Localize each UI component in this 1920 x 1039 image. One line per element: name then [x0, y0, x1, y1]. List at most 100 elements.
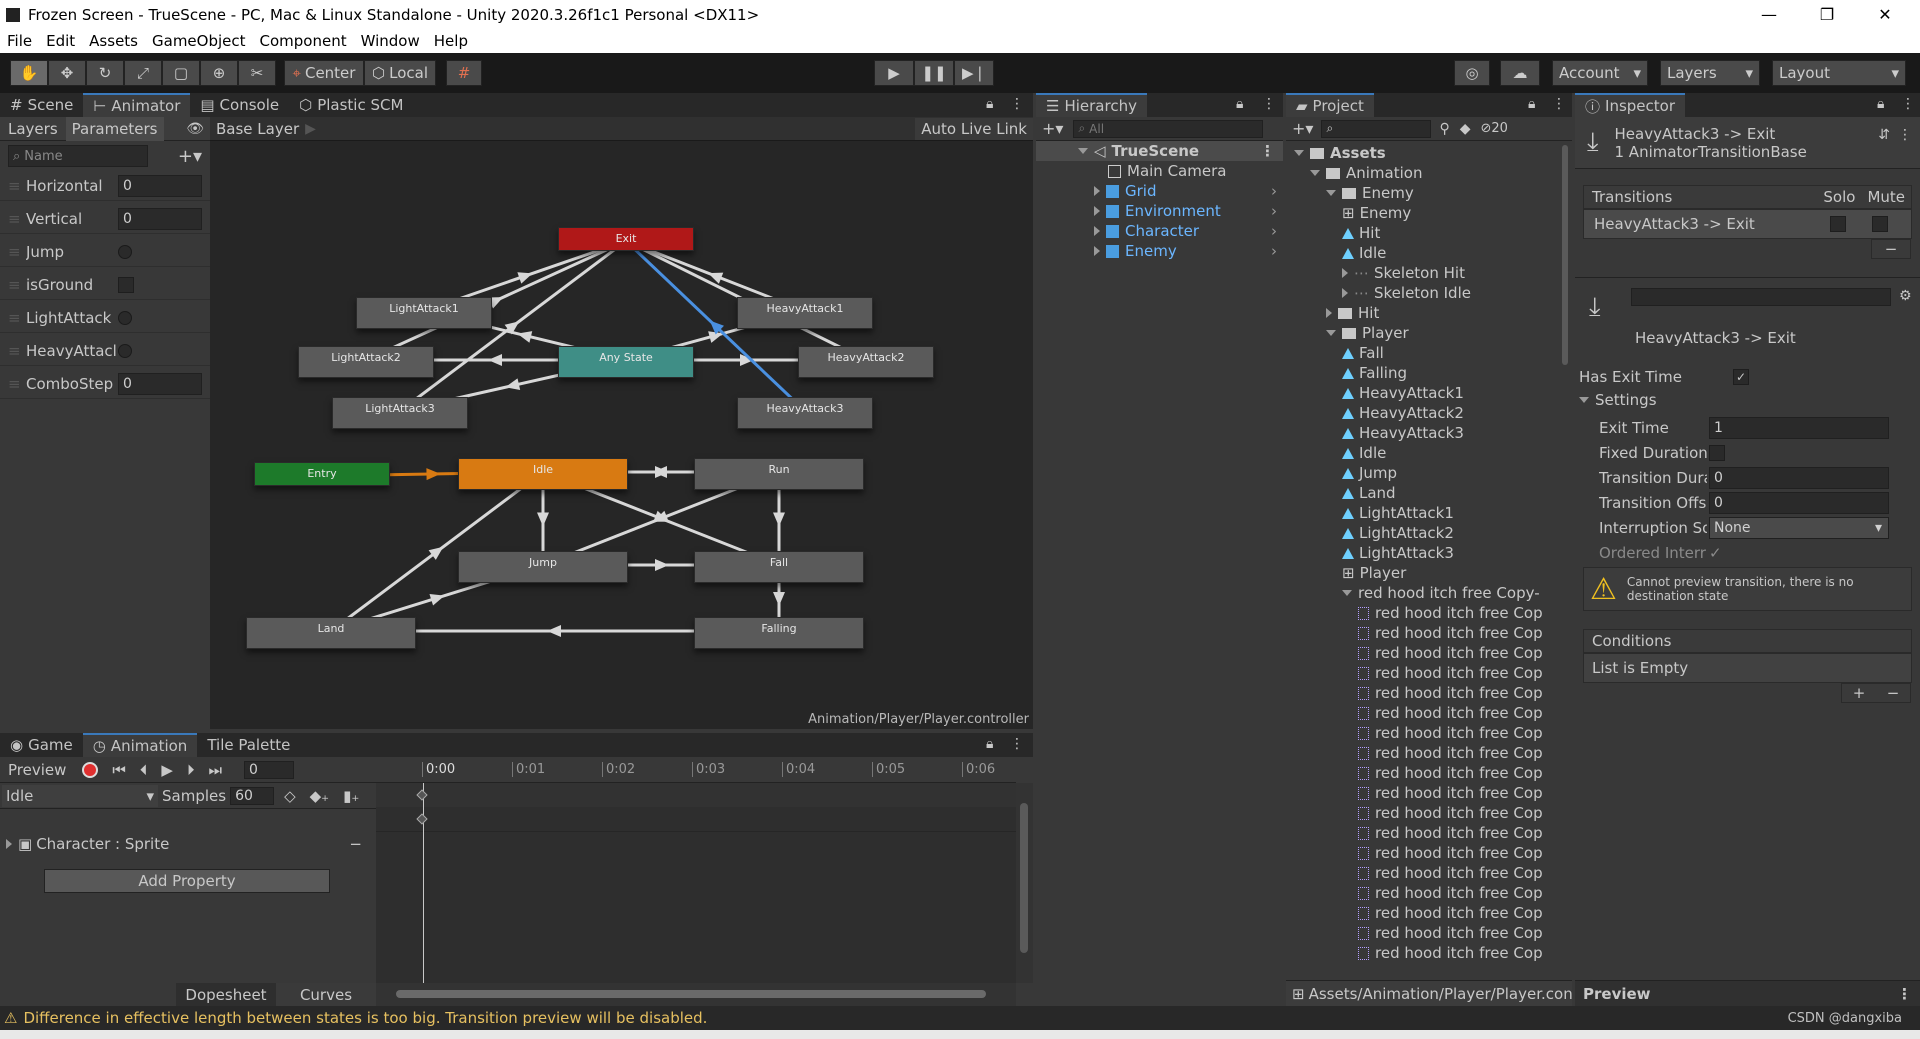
preview-header[interactable]: Preview ⋮: [1575, 980, 1920, 1006]
tab-inspector[interactable]: ⓘ Inspector: [1575, 93, 1685, 117]
drag-handle-icon[interactable]: ≡: [8, 342, 21, 360]
collab-icon[interactable]: ◎: [1454, 60, 1490, 86]
expand-icon[interactable]: [1342, 590, 1352, 596]
remove-transition-button[interactable]: −: [1871, 239, 1911, 259]
account-dropdown[interactable]: Account ▾: [1552, 60, 1648, 86]
animator-graph[interactable]: Base Layer ▶ Auto Live Link Exit LightAtt…: [210, 117, 1033, 729]
lock-icon[interactable]: 🔒︎: [1236, 96, 1243, 112]
chevron-right-icon[interactable]: ›: [1271, 242, 1277, 260]
drag-handle-icon[interactable]: ≡: [8, 309, 21, 327]
gear-icon[interactable]: ⚙: [1899, 288, 1912, 304]
cloud-icon[interactable]: ☁: [1500, 60, 1540, 86]
chevron-right-icon[interactable]: ›: [1271, 182, 1277, 200]
parameter-trigger-toggle[interactable]: [118, 343, 132, 358]
tab-console[interactable]: ▤ Console: [190, 93, 289, 117]
project-item[interactable]: Animation: [1310, 163, 1422, 183]
expand-icon[interactable]: [1094, 226, 1100, 236]
layers-dropdown[interactable]: Layers ▾: [1660, 60, 1760, 86]
setting-value-field[interactable]: 1: [1709, 417, 1889, 439]
expand-icon[interactable]: [6, 839, 12, 849]
hierarchy-item[interactable]: Environment ›: [1094, 201, 1283, 221]
close-button[interactable]: ✕: [1856, 0, 1914, 29]
solo-checkbox[interactable]: [1830, 216, 1846, 232]
remove-property-icon[interactable]: −: [349, 835, 362, 853]
state-node-fall[interactable]: Fall: [694, 551, 864, 583]
state-node-la3[interactable]: LightAttack3: [332, 397, 468, 429]
state-node-la2[interactable]: LightAttack2: [298, 346, 434, 378]
project-item[interactable]: Hit: [1326, 303, 1379, 323]
project-item[interactable]: red hood itch free Cop: [1358, 863, 1543, 883]
project-item[interactable]: red hood itch free Cop: [1358, 643, 1543, 663]
filter-type-icon[interactable]: ⚲: [1439, 121, 1449, 137]
ordered-interruption-checkbox[interactable]: ✓: [1709, 544, 1722, 562]
tab-scene[interactable]: # Scene: [0, 93, 83, 117]
create-button[interactable]: +▾: [1042, 119, 1063, 138]
hierarchy-item[interactable]: Main Camera: [1108, 161, 1226, 181]
expand-icon[interactable]: [1078, 148, 1088, 154]
parameter-bool-checkbox[interactable]: [118, 276, 134, 293]
tab-game[interactable]: ◉ Game: [0, 733, 83, 757]
parameter-value-field[interactable]: 0: [118, 174, 202, 197]
tab-animator[interactable]: ⊢ Animator: [83, 93, 191, 117]
hierarchy-search-input[interactable]: ⌕ All: [1073, 119, 1264, 138]
tab-tile-palette[interactable]: Tile Palette: [197, 733, 300, 757]
project-item[interactable]: red hood itch free Cop: [1358, 743, 1543, 763]
pause-button[interactable]: ❚❚: [914, 60, 954, 86]
project-item[interactable]: ⋯ Skeleton Hit: [1342, 263, 1465, 283]
fixed-duration-checkbox[interactable]: [1709, 445, 1725, 461]
state-node-run[interactable]: Run: [694, 458, 864, 490]
parameter-trigger-toggle[interactable]: [118, 310, 132, 325]
project-item[interactable]: ⋯ Skeleton Idle: [1342, 283, 1471, 303]
state-node-ha3[interactable]: HeavyAttack3: [737, 397, 873, 429]
minimize-button[interactable]: —: [1740, 0, 1798, 29]
rect-tool-icon[interactable]: ▢: [162, 60, 200, 86]
status-bar[interactable]: ⚠ Difference in effective length between…: [0, 1006, 1920, 1030]
project-item[interactable]: red hood itch free Cop: [1358, 883, 1543, 903]
drag-handle-icon[interactable]: ≡: [8, 210, 21, 228]
project-item[interactable]: red hood itch free Copy-: [1342, 583, 1540, 603]
hand-tool-icon[interactable]: ✋: [10, 60, 48, 86]
horizontal-scrollbar[interactable]: [376, 983, 1016, 1006]
menu-file[interactable]: File: [0, 32, 39, 50]
kebab-menu-icon[interactable]: ⋮: [1552, 96, 1566, 112]
project-item[interactable]: red hood itch free Cop: [1358, 903, 1543, 923]
layout-dropdown[interactable]: Layout ▾: [1772, 60, 1906, 86]
play-preview-button[interactable]: ▶: [161, 761, 173, 779]
transition-run-fall-arrowhead[interactable]: [773, 512, 785, 527]
state-node-ha2[interactable]: HeavyAttack2: [798, 346, 934, 378]
hierarchy-item[interactable]: Enemy ›: [1094, 241, 1283, 261]
expand-icon[interactable]: [1094, 206, 1100, 216]
hierarchy-item[interactable]: Character ›: [1094, 221, 1283, 241]
parameter-value-field[interactable]: 0: [118, 207, 202, 230]
state-node-falling[interactable]: Falling: [694, 617, 864, 649]
transition-list-item[interactable]: HeavyAttack3 -> Exit: [1583, 209, 1912, 239]
eye-icon[interactable]: 👁︎: [186, 121, 204, 137]
expand-icon[interactable]: [1342, 268, 1348, 278]
interruption-source-dropdown[interactable]: None ▾: [1709, 517, 1889, 539]
scale-tool-icon[interactable]: ⤢: [124, 60, 162, 86]
hierarchy-item[interactable]: Grid ›: [1094, 181, 1283, 201]
kebab-menu-icon[interactable]: ⋮: [1010, 96, 1024, 112]
transition-land-jump-arrowhead[interactable]: [429, 594, 445, 606]
lock-icon[interactable]: 🔒︎: [1877, 96, 1884, 112]
dopesheet-area[interactable]: [376, 783, 1016, 983]
lock-icon[interactable]: 🔒︎: [986, 96, 993, 112]
transform-tool-icon[interactable]: ⊕: [200, 60, 238, 86]
parameter-row[interactable]: ≡ LightAttack: [0, 303, 210, 333]
expand-icon[interactable]: [1310, 170, 1320, 176]
tab-project[interactable]: ▰ Project: [1286, 93, 1374, 117]
kebab-menu-icon[interactable]: ⋮: [1897, 985, 1912, 1003]
project-item[interactable]: HeavyAttack1: [1342, 383, 1464, 403]
add-event-button[interactable]: ▮₊: [343, 787, 359, 805]
parameter-search-input[interactable]: ⌕ Name: [8, 145, 148, 167]
add-parameter-button[interactable]: +▾: [178, 146, 202, 167]
clip-dropdown[interactable]: Idle ▾: [2, 784, 158, 807]
record-button[interactable]: [82, 761, 99, 778]
chevron-right-icon[interactable]: ›: [1271, 222, 1277, 240]
setting-value-field[interactable]: 0: [1709, 467, 1889, 489]
pivot-local-button[interactable]: ⬡ Local: [364, 60, 436, 86]
prev-frame-button[interactable]: ⏴: [140, 761, 148, 779]
menu-window[interactable]: Window: [354, 32, 427, 50]
tab-parameters[interactable]: Parameters: [65, 116, 164, 141]
curves-tab[interactable]: Curves: [276, 983, 376, 1006]
